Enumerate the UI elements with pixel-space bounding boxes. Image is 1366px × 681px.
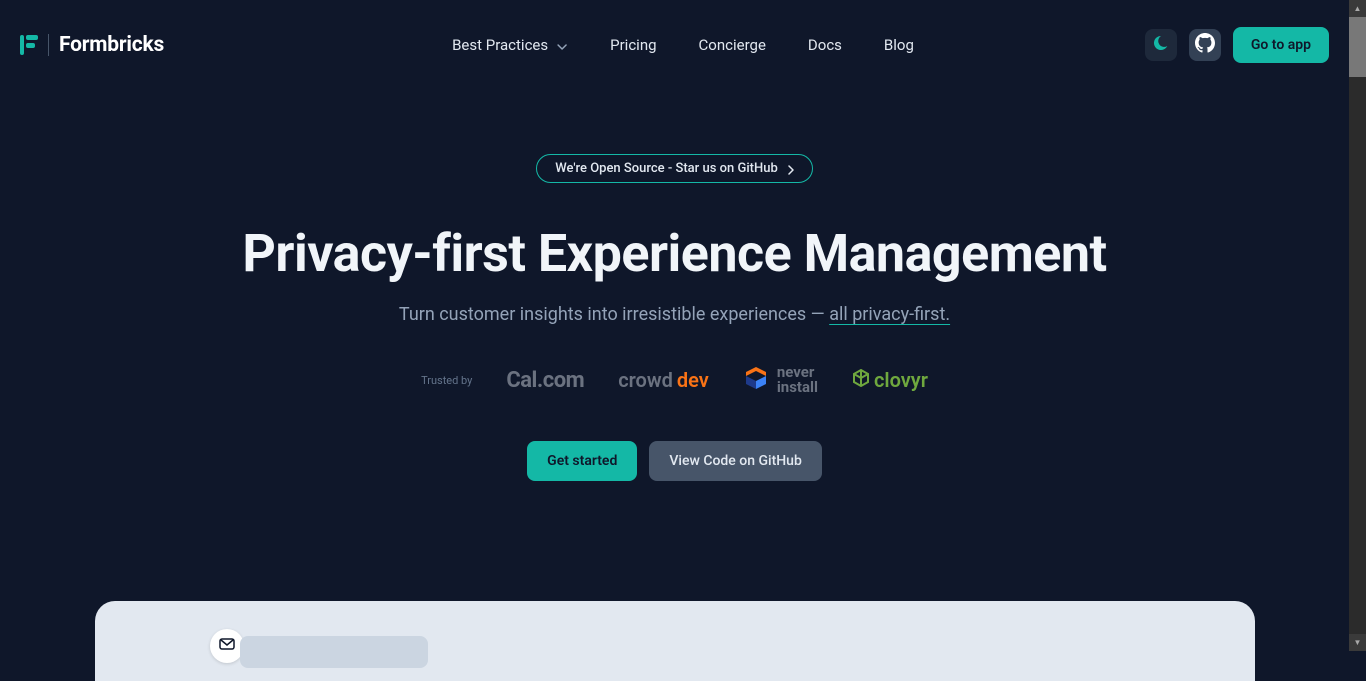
nav-label: Pricing [610, 36, 656, 54]
github-icon [1195, 33, 1215, 57]
brand-name: Formbricks [59, 33, 164, 57]
moon-icon [1153, 35, 1169, 55]
open-source-pill[interactable]: We're Open Source - Star us on GitHub [536, 154, 813, 183]
cta-label: Go to app [1251, 37, 1311, 53]
nav-best-practices[interactable]: Best Practices [452, 36, 568, 54]
hero-section: We're Open Source - Star us on GitHub Pr… [0, 66, 1349, 681]
scroll-up-icon[interactable]: ▲ [1349, 0, 1366, 17]
view-code-button[interactable]: View Code on GitHub [649, 441, 822, 481]
mail-icon [219, 636, 235, 656]
preview-panel [95, 601, 1255, 681]
hero-subtitle: Turn customer insights into irresistible… [399, 304, 950, 325]
nav-label: Docs [808, 36, 842, 54]
github-link[interactable] [1189, 29, 1221, 61]
button-label: Get started [547, 453, 617, 469]
privacy-link[interactable]: all privacy-first. [829, 304, 950, 325]
get-started-button[interactable]: Get started [527, 441, 637, 481]
nav-pricing[interactable]: Pricing [610, 36, 656, 54]
logo-clovyr: clovyr [852, 368, 928, 392]
vertical-scrollbar[interactable]: ▲ ▼ [1349, 0, 1366, 651]
trusted-label: Trusted by [421, 374, 472, 387]
brand-logo[interactable]: Formbricks [20, 33, 164, 57]
chevron-down-icon [556, 39, 568, 51]
hero-headline: Privacy-first Experience Management [242, 223, 1106, 284]
pill-label: We're Open Source - Star us on GitHub [555, 161, 778, 176]
nav-label: Blog [884, 36, 914, 54]
logo-icon [20, 35, 38, 55]
logo-neverinstall: never install [743, 365, 818, 395]
chevron-right-icon [786, 164, 796, 174]
nav-links: Best Practices Pricing Concierge Docs Bl… [452, 36, 914, 54]
preview-row [240, 636, 428, 668]
logo-cal: Cal.com [506, 368, 584, 393]
mail-bubble [210, 629, 244, 663]
theme-toggle-button[interactable] [1145, 29, 1177, 61]
top-nav: Formbricks Best Practices Pricing Concie… [0, 0, 1349, 66]
nav-actions: Go to app [1145, 27, 1329, 63]
hero-buttons: Get started View Code on GitHub [527, 441, 822, 481]
nav-blog[interactable]: Blog [884, 36, 914, 54]
nav-docs[interactable]: Docs [808, 36, 842, 54]
go-to-app-button[interactable]: Go to app [1233, 27, 1329, 63]
cube-icon [743, 365, 769, 395]
nav-concierge[interactable]: Concierge [699, 36, 766, 54]
trusted-row: Trusted by Cal.com crowddev never instal… [421, 365, 928, 395]
button-label: View Code on GitHub [669, 453, 802, 469]
logo-crowddev: crowddev [618, 368, 709, 392]
scrollbar-thumb[interactable] [1349, 17, 1366, 77]
sub-text: Turn customer insights into irresistible… [399, 304, 829, 325]
logo-divider [48, 34, 49, 56]
scroll-down-icon[interactable]: ▼ [1349, 634, 1366, 651]
cube-icon [852, 368, 870, 392]
nav-label: Best Practices [452, 36, 548, 54]
nav-label: Concierge [699, 36, 766, 54]
